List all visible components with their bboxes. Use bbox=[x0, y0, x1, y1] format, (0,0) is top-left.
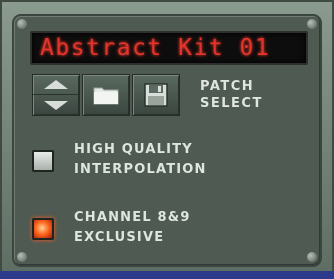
channel-exclusive-line1: CHANNEL 8&9 bbox=[74, 210, 191, 225]
high-quality-interpolation-toggle[interactable] bbox=[32, 150, 54, 172]
arrow-up-icon bbox=[44, 80, 68, 89]
screw-icon bbox=[307, 19, 317, 29]
floppy-disk-icon bbox=[144, 83, 168, 107]
patch-select-line1: PATCH bbox=[200, 79, 255, 94]
patch-name-text: Abstract Kit 01 bbox=[40, 35, 271, 61]
high-quality-line2: INTERPOLATION bbox=[74, 162, 207, 177]
folder-icon bbox=[93, 87, 119, 105]
save-patch-button[interactable] bbox=[132, 74, 180, 116]
channel-exclusive-toggle[interactable] bbox=[32, 218, 54, 240]
browse-patch-button[interactable] bbox=[82, 74, 130, 116]
previous-patch-button[interactable] bbox=[33, 75, 79, 95]
patch-select-label: PATCH SELECT bbox=[200, 78, 263, 112]
screw-icon bbox=[17, 19, 27, 29]
bottom-edge bbox=[0, 271, 334, 279]
next-patch-button[interactable] bbox=[33, 95, 79, 115]
channel-exclusive-label: CHANNEL 8&9 EXCLUSIVE bbox=[74, 208, 191, 248]
high-quality-line1: HIGH QUALITY bbox=[74, 142, 193, 157]
patch-select-arrows bbox=[32, 74, 80, 116]
patch-select-line2: SELECT bbox=[200, 96, 263, 111]
screw-icon bbox=[17, 252, 27, 262]
patch-buttons bbox=[0, 74, 334, 116]
high-quality-interpolation-label: HIGH QUALITY INTERPOLATION bbox=[74, 140, 207, 180]
channel-exclusive-line2: EXCLUSIVE bbox=[74, 230, 165, 245]
patch-name-display[interactable]: Abstract Kit 01 bbox=[30, 31, 308, 65]
screw-icon bbox=[307, 252, 317, 262]
arrow-down-icon bbox=[44, 100, 68, 110]
